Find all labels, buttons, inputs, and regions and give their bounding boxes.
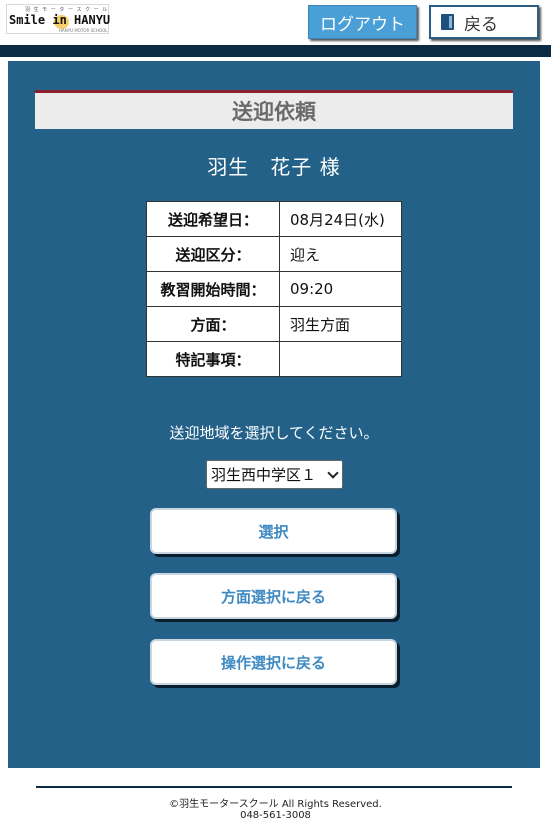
- footer-divider: [36, 786, 512, 788]
- back-to-direction-button[interactable]: 方面選択に戻る: [150, 573, 397, 619]
- label-pickup-date: 送迎希望日：: [146, 201, 280, 237]
- book-icon: [441, 14, 454, 30]
- value-notes: [279, 341, 402, 377]
- table-row: 方面： 羽生方面: [146, 306, 402, 342]
- label-direction: 方面：: [146, 306, 280, 342]
- label-pickup-type: 送迎区分：: [146, 236, 280, 272]
- area-prompt: 送迎地域を選択してください。: [169, 424, 379, 442]
- table-row: 教習開始時間： 09:20: [146, 271, 402, 307]
- page-title: 送迎依頼: [35, 90, 513, 129]
- logo-text: Smile in HANYU: [9, 13, 111, 27]
- chevron-down-icon: [327, 467, 339, 479]
- value-pickup-date: 08月24日(水): [279, 201, 402, 237]
- header-bar: [0, 45, 551, 57]
- label-lesson-start: 教習開始時間：: [146, 271, 280, 307]
- back-to-direction-label: 方面選択に戻る: [220, 587, 326, 606]
- table-row: 特記事項：: [146, 341, 402, 377]
- logo-under-text: HANYU MOTOR SCHOOL: [59, 28, 108, 33]
- value-direction: 羽生方面: [279, 306, 402, 342]
- table-row: 送迎希望日： 08月24日(水): [146, 201, 402, 237]
- table-row: 送迎区分： 迎え: [146, 236, 402, 272]
- logout-button-label: ログアウト: [320, 14, 405, 35]
- back-button[interactable]: 戻る: [429, 5, 539, 39]
- logo-small-text: 羽 生 モ ー タ ー ス ク ー ル: [25, 7, 109, 13]
- area-select[interactable]: 羽生西中学区１: [206, 460, 343, 489]
- phone-number: 048-561-3008: [240, 810, 311, 821]
- label-notes: 特記事項：: [146, 341, 280, 377]
- value-lesson-start: 09:20: [279, 271, 402, 307]
- value-pickup-type: 迎え: [279, 236, 402, 272]
- main-panel: 送迎依頼 羽生 花子 様 送迎希望日： 08月24日(水) 送迎区分： 迎え 教…: [8, 61, 540, 768]
- request-info-table: 送迎希望日： 08月24日(水) 送迎区分： 迎え 教習開始時間： 09:20 …: [146, 201, 402, 377]
- logo: 羽 生 モ ー タ ー ス ク ー ル Smile in HANYU HANYU…: [6, 4, 111, 34]
- user-name: 羽生 花子 様: [207, 155, 341, 179]
- back-button-label: 戻る: [464, 14, 498, 35]
- select-button-label: 選択: [258, 522, 289, 541]
- back-to-operation-button[interactable]: 操作選択に戻る: [150, 639, 397, 685]
- logout-button[interactable]: ログアウト: [308, 5, 417, 39]
- area-select-value: 羽生西中学区１: [211, 466, 317, 484]
- copyright: ©羽生モータースクール All Rights Reserved.: [169, 799, 382, 810]
- back-to-operation-label: 操作選択に戻る: [220, 653, 326, 672]
- select-button[interactable]: 選択: [150, 508, 397, 554]
- page-title-text: 送迎依頼: [232, 100, 316, 124]
